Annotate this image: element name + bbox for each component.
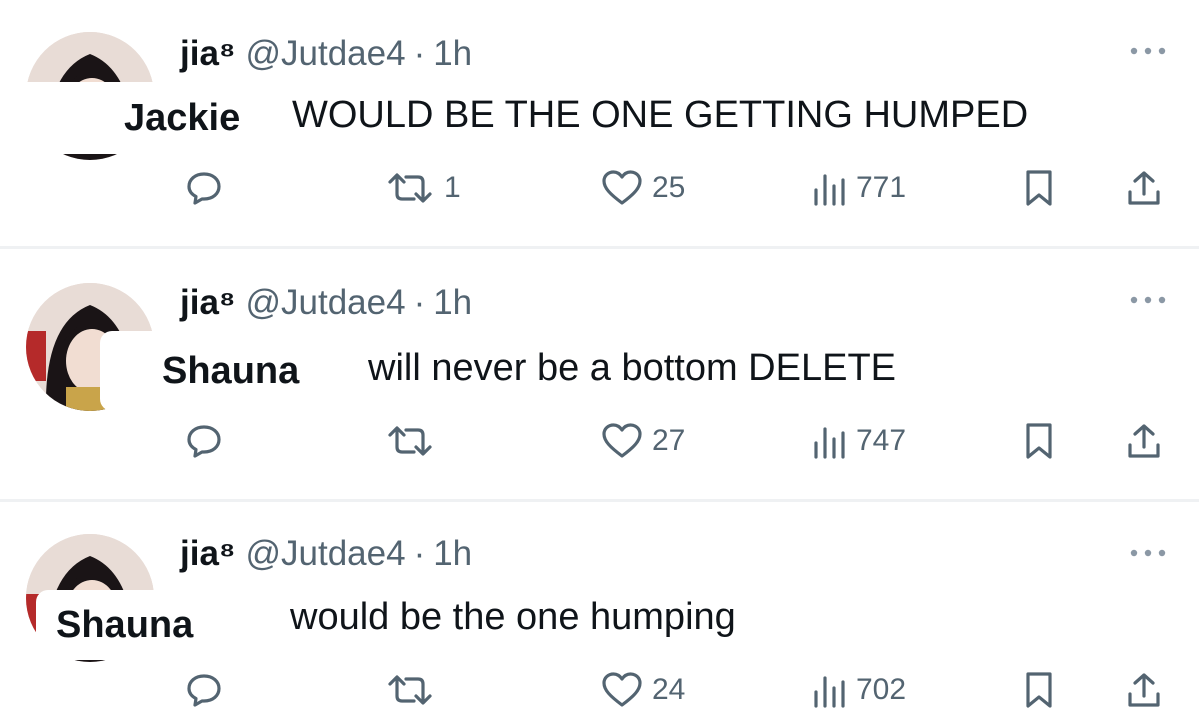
bookmark-icon (1026, 423, 1052, 459)
handle[interactable]: @Jutdae4 (245, 283, 405, 323)
views-count: 771 (856, 171, 907, 204)
views-button[interactable]: 771 (812, 164, 906, 212)
name-label-overlay: Jackie (14, 82, 286, 154)
retweet-arrows-icon (388, 173, 432, 203)
more-dots-icon[interactable] (1126, 293, 1170, 307)
share-button[interactable] (1124, 164, 1164, 212)
like-count: 25 (652, 171, 686, 204)
speech-bubble-icon (187, 674, 221, 707)
timestamp[interactable]: 1h (433, 34, 472, 74)
name-label: Shauna (162, 349, 300, 392)
name-label: Jackie (124, 96, 241, 139)
retweet-button[interactable]: 1 (384, 164, 461, 212)
name-label: Shauna (56, 603, 194, 646)
action-bar: 27 747 (0, 417, 1199, 465)
like-count: 24 (652, 673, 686, 706)
retweet-arrows-icon (388, 675, 432, 705)
separator-dot: · (413, 283, 426, 322)
share-upload-icon (1128, 673, 1160, 707)
display-name[interactable]: jia⁸ (180, 34, 235, 74)
views-count: 702 (856, 673, 907, 706)
share-upload-icon (1128, 424, 1160, 458)
reply-button[interactable] (184, 417, 232, 465)
retweet-count: 1 (444, 171, 461, 204)
retweet-arrows-icon (388, 426, 432, 456)
tweet-header: jia⁸ @Jutdae4 · 1h (180, 34, 472, 78)
share-button[interactable] (1124, 417, 1164, 465)
tweet-header: jia⁸ @Jutdae4 · 1h (180, 283, 472, 327)
bar-chart-icon (814, 427, 845, 459)
display-name[interactable]: jia⁸ (180, 283, 235, 323)
views-button[interactable]: 702 (812, 666, 906, 714)
bookmark-button[interactable] (1022, 417, 1056, 465)
heart-outline-icon (602, 423, 642, 458)
bar-chart-icon (814, 676, 845, 708)
separator-dot: · (413, 34, 426, 73)
more-dots-icon[interactable] (1126, 546, 1170, 560)
handle[interactable]: @Jutdae4 (245, 34, 405, 74)
retweet-button[interactable] (384, 417, 444, 465)
more-dots-icon[interactable] (1126, 44, 1170, 58)
tweet-text: WOULD BE THE ONE GETTING HUMPED (292, 94, 1029, 136)
name-label-overlay: Shauna (36, 590, 272, 660)
timestamp[interactable]: 1h (433, 283, 472, 323)
tweet-header: jia⁸ @Jutdae4 · 1h (180, 534, 472, 578)
tweet-text: will never be a bottom DELETE (368, 347, 897, 389)
bookmark-icon (1026, 672, 1052, 708)
reply-button[interactable] (184, 666, 232, 714)
tweet-3[interactable]: jia⁸ @Jutdae4 · 1h Shauna would be the o… (0, 502, 1199, 716)
views-count: 747 (856, 424, 907, 457)
share-upload-icon (1128, 171, 1160, 205)
heart-outline-icon (602, 170, 642, 205)
speech-bubble-icon (187, 425, 221, 458)
bookmark-button[interactable] (1022, 164, 1056, 212)
timestamp[interactable]: 1h (433, 534, 472, 574)
like-button[interactable]: 27 (600, 417, 685, 465)
share-button[interactable] (1124, 666, 1164, 714)
name-label-overlay: Shauna (100, 331, 334, 411)
heart-outline-icon (602, 672, 642, 707)
bar-chart-icon (814, 174, 845, 206)
retweet-button[interactable] (384, 666, 444, 714)
separator-dot: · (413, 534, 426, 573)
action-bar: 24 702 (0, 666, 1199, 714)
like-button[interactable]: 25 (600, 164, 685, 212)
like-button[interactable]: 24 (600, 666, 685, 714)
reply-button[interactable] (184, 164, 232, 212)
speech-bubble-icon (187, 172, 221, 205)
handle[interactable]: @Jutdae4 (245, 534, 405, 574)
bookmark-icon (1026, 170, 1052, 206)
tweet-2[interactable]: jia⁸ @Jutdae4 · 1h Shauna will never be … (0, 249, 1199, 499)
display-name[interactable]: jia⁸ (180, 534, 235, 574)
views-button[interactable]: 747 (812, 417, 906, 465)
bookmark-button[interactable] (1022, 666, 1056, 714)
action-bar: 1 25 771 (0, 164, 1199, 212)
tweet-feed: jia⁸ @Jutdae4 · 1h Jackie WOULD BE THE O… (0, 0, 1199, 716)
tweet-1[interactable]: jia⁸ @Jutdae4 · 1h Jackie WOULD BE THE O… (0, 0, 1199, 246)
tweet-text: would be the one humping (290, 596, 736, 638)
like-count: 27 (652, 424, 686, 457)
